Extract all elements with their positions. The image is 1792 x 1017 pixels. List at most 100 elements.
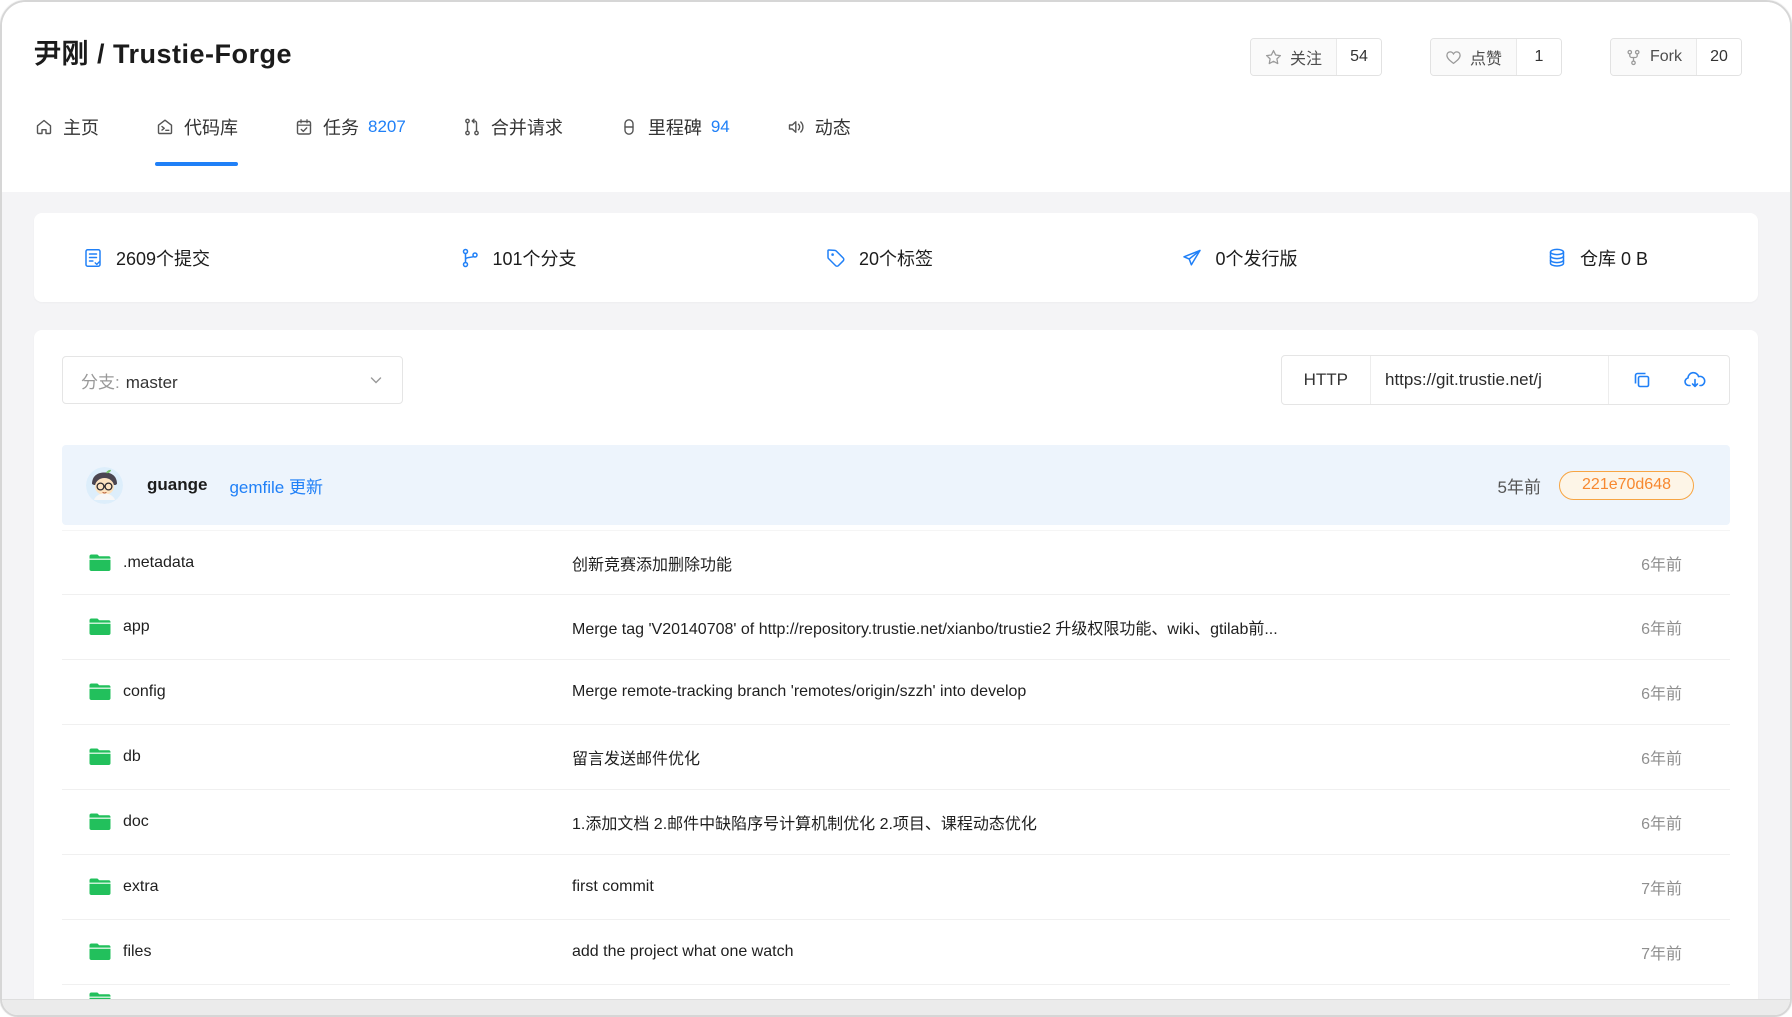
repo-toolbar: 分支: master HTTP https://git.trustie.net/j bbox=[62, 355, 1730, 405]
stat-tags[interactable]: 20个标签 bbox=[825, 245, 933, 271]
stat-storage[interactable]: 仓库 0 B bbox=[1546, 245, 1648, 271]
file-name[interactable]: .metadata bbox=[123, 554, 194, 572]
file-table: .metadata 创新竞赛添加删除功能 6年前 app Merge tag '… bbox=[62, 530, 1730, 999]
star-icon bbox=[1265, 49, 1282, 66]
tab-code[interactable]: 代码库 bbox=[155, 114, 238, 146]
tab-milestones-count: 94 bbox=[711, 117, 730, 137]
branch-name: master bbox=[126, 373, 178, 392]
download-icon[interactable] bbox=[1683, 369, 1707, 391]
file-commit-time: 6年前 bbox=[1641, 615, 1682, 639]
protocol-select[interactable]: HTTP bbox=[1282, 356, 1371, 404]
praise-label: 点赞 bbox=[1470, 45, 1502, 69]
file-commit-message[interactable]: add the project what one watch bbox=[572, 943, 1617, 961]
stat-releases-label: 0个发行版 bbox=[1215, 245, 1297, 271]
clone-url-group: HTTP https://git.trustie.net/j bbox=[1281, 355, 1730, 405]
file-name[interactable]: app bbox=[123, 618, 150, 636]
file-commit-message[interactable]: Merge remote-tracking branch 'remotes/or… bbox=[572, 683, 1617, 701]
activity-icon bbox=[786, 117, 806, 137]
commit-message-link[interactable]: gemfile 更新 bbox=[229, 473, 323, 498]
file-commit-time: 6年前 bbox=[1641, 551, 1682, 575]
folder-icon bbox=[88, 877, 112, 897]
tab-code-label: 代码库 bbox=[184, 114, 238, 140]
commit-author[interactable]: guange bbox=[147, 475, 207, 495]
file-commit-message[interactable]: Merge tag 'V20140708' of http://reposito… bbox=[572, 615, 1617, 639]
avatar[interactable] bbox=[86, 467, 123, 504]
tab-merge-requests[interactable]: 合并请求 bbox=[462, 114, 563, 146]
stat-releases[interactable]: 0个发行版 bbox=[1181, 245, 1297, 271]
fork-label: Fork bbox=[1650, 48, 1682, 66]
repo-stats-bar: 2609个提交 101个分支 20个标签 0个发行版 bbox=[34, 213, 1758, 302]
branch-icon bbox=[459, 247, 481, 269]
storage-icon bbox=[1546, 247, 1568, 269]
home-icon bbox=[34, 117, 54, 137]
folder-icon bbox=[88, 553, 112, 573]
praise-button[interactable]: 点赞 1 bbox=[1430, 38, 1562, 76]
watch-button[interactable]: 关注 54 bbox=[1250, 38, 1382, 76]
tab-issues[interactable]: 任务 8207 bbox=[294, 114, 406, 146]
page-title: 尹刚 / Trustie-Forge bbox=[34, 32, 292, 71]
stat-branches-label: 101个分支 bbox=[493, 245, 577, 271]
repo-tabs: 主页 代码库 任务 8207 合并请求 bbox=[34, 114, 851, 146]
fork-button[interactable]: Fork 20 bbox=[1610, 38, 1742, 76]
file-commit-time: 7年前 bbox=[1641, 875, 1682, 899]
file-commit-message[interactable]: first commit bbox=[572, 878, 1617, 896]
repo-browser-card: 分支: master HTTP https://git.trustie.net/j bbox=[34, 330, 1758, 999]
commits-icon bbox=[82, 247, 104, 269]
tab-home[interactable]: 主页 bbox=[34, 114, 99, 146]
tab-issues-label: 任务 bbox=[323, 114, 359, 140]
fork-count: 20 bbox=[1697, 39, 1741, 75]
file-commit-time: 6年前 bbox=[1641, 680, 1682, 704]
stat-storage-label: 仓库 0 B bbox=[1580, 245, 1648, 271]
merge-icon bbox=[462, 117, 482, 137]
stat-branches[interactable]: 101个分支 bbox=[459, 245, 577, 271]
commit-hash-badge[interactable]: 221e70d648 bbox=[1559, 471, 1694, 500]
folder-icon bbox=[88, 942, 112, 962]
commit-time: 5年前 bbox=[1498, 473, 1541, 498]
file-row[interactable] bbox=[62, 985, 1730, 999]
repo-header: 尹刚 / Trustie-Forge 关注 54 点赞 1 bbox=[2, 2, 1790, 192]
tab-milestones-label: 里程碑 bbox=[648, 114, 702, 140]
repo-action-buttons: 关注 54 点赞 1 Fork bbox=[1250, 38, 1742, 76]
file-row[interactable]: config Merge remote-tracking branch 'rem… bbox=[62, 660, 1730, 725]
clone-url-field[interactable]: https://git.trustie.net/j bbox=[1371, 356, 1609, 404]
stat-tags-label: 20个标签 bbox=[859, 245, 933, 271]
window-bottom-edge bbox=[2, 999, 1790, 1017]
file-row[interactable]: doc 1.添加文档 2.邮件中缺陷序号计算机制优化 2.项目、课程动态优化 6… bbox=[62, 790, 1730, 855]
file-name[interactable]: extra bbox=[123, 878, 159, 896]
file-commit-message[interactable]: 创新竞赛添加删除功能 bbox=[572, 551, 1617, 575]
task-icon bbox=[294, 117, 314, 137]
branch-prefix-label: 分支: bbox=[81, 373, 120, 392]
file-name[interactable]: db bbox=[123, 748, 141, 766]
file-name[interactable]: doc bbox=[123, 813, 149, 831]
tab-merge-requests-label: 合并请求 bbox=[491, 114, 563, 140]
file-name[interactable]: config bbox=[123, 683, 166, 701]
heart-icon bbox=[1445, 49, 1462, 66]
branch-selector[interactable]: 分支: master bbox=[62, 356, 403, 404]
file-row[interactable]: .metadata 创新竞赛添加删除功能 6年前 bbox=[62, 530, 1730, 595]
file-row[interactable]: files add the project what one watch 7年前 bbox=[62, 920, 1730, 985]
file-row[interactable]: extra first commit 7年前 bbox=[62, 855, 1730, 920]
folder-icon bbox=[88, 991, 112, 999]
copy-icon[interactable] bbox=[1631, 369, 1653, 391]
file-commit-time: 7年前 bbox=[1641, 940, 1682, 964]
file-row[interactable]: app Merge tag 'V20140708' of http://repo… bbox=[62, 595, 1730, 660]
folder-icon bbox=[88, 747, 112, 767]
file-commit-message[interactable]: 1.添加文档 2.邮件中缺陷序号计算机制优化 2.项目、课程动态优化 bbox=[572, 810, 1617, 834]
folder-icon bbox=[88, 812, 112, 832]
page-body: 2609个提交 101个分支 20个标签 0个发行版 bbox=[2, 192, 1790, 999]
tab-activity[interactable]: 动态 bbox=[786, 114, 851, 146]
latest-commit-row: guange gemfile 更新 5年前 221e70d648 bbox=[62, 445, 1730, 525]
file-commit-time: 6年前 bbox=[1641, 810, 1682, 834]
stat-commits-label: 2609个提交 bbox=[116, 245, 210, 271]
fork-icon bbox=[1625, 49, 1642, 66]
tab-issues-count: 8207 bbox=[368, 117, 406, 137]
file-name[interactable]: files bbox=[123, 943, 151, 961]
tab-milestones[interactable]: 里程碑 94 bbox=[619, 114, 730, 146]
file-row[interactable]: db 留言发送邮件优化 6年前 bbox=[62, 725, 1730, 790]
repo-icon bbox=[155, 117, 175, 137]
folder-icon bbox=[88, 682, 112, 702]
stat-commits[interactable]: 2609个提交 bbox=[82, 245, 210, 271]
watch-label: 关注 bbox=[1290, 45, 1322, 69]
file-commit-message[interactable]: 留言发送邮件优化 bbox=[572, 745, 1617, 769]
tab-activity-label: 动态 bbox=[815, 114, 851, 140]
